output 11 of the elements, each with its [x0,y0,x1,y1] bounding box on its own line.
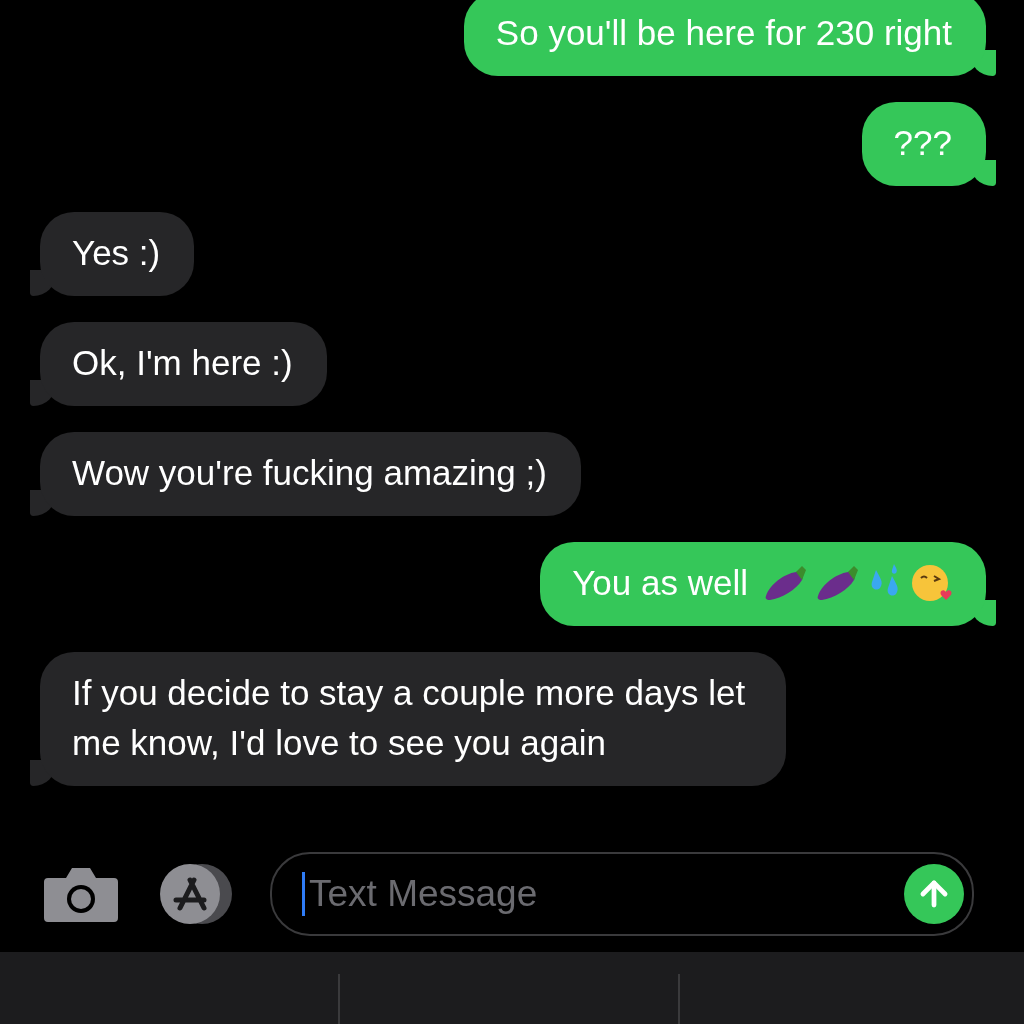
message-field[interactable]: Text Message [270,852,974,936]
received-message: Wow you're fucking amazing ;) [40,432,581,516]
sent-message: You as well [540,542,986,626]
sent-message: So you'll be here for 230 right [463,0,986,76]
send-button[interactable] [904,864,964,924]
received-message: Yes :) [40,212,195,296]
received-message: Ok, I'm here :) [40,322,327,406]
kissing-face-icon [910,562,952,604]
text-message-input[interactable]: Text Message [307,872,902,916]
received-message: If you decide to stay a couple more days let me know, I'd love to see you again [40,652,786,786]
sent-message: ??? [861,102,986,186]
